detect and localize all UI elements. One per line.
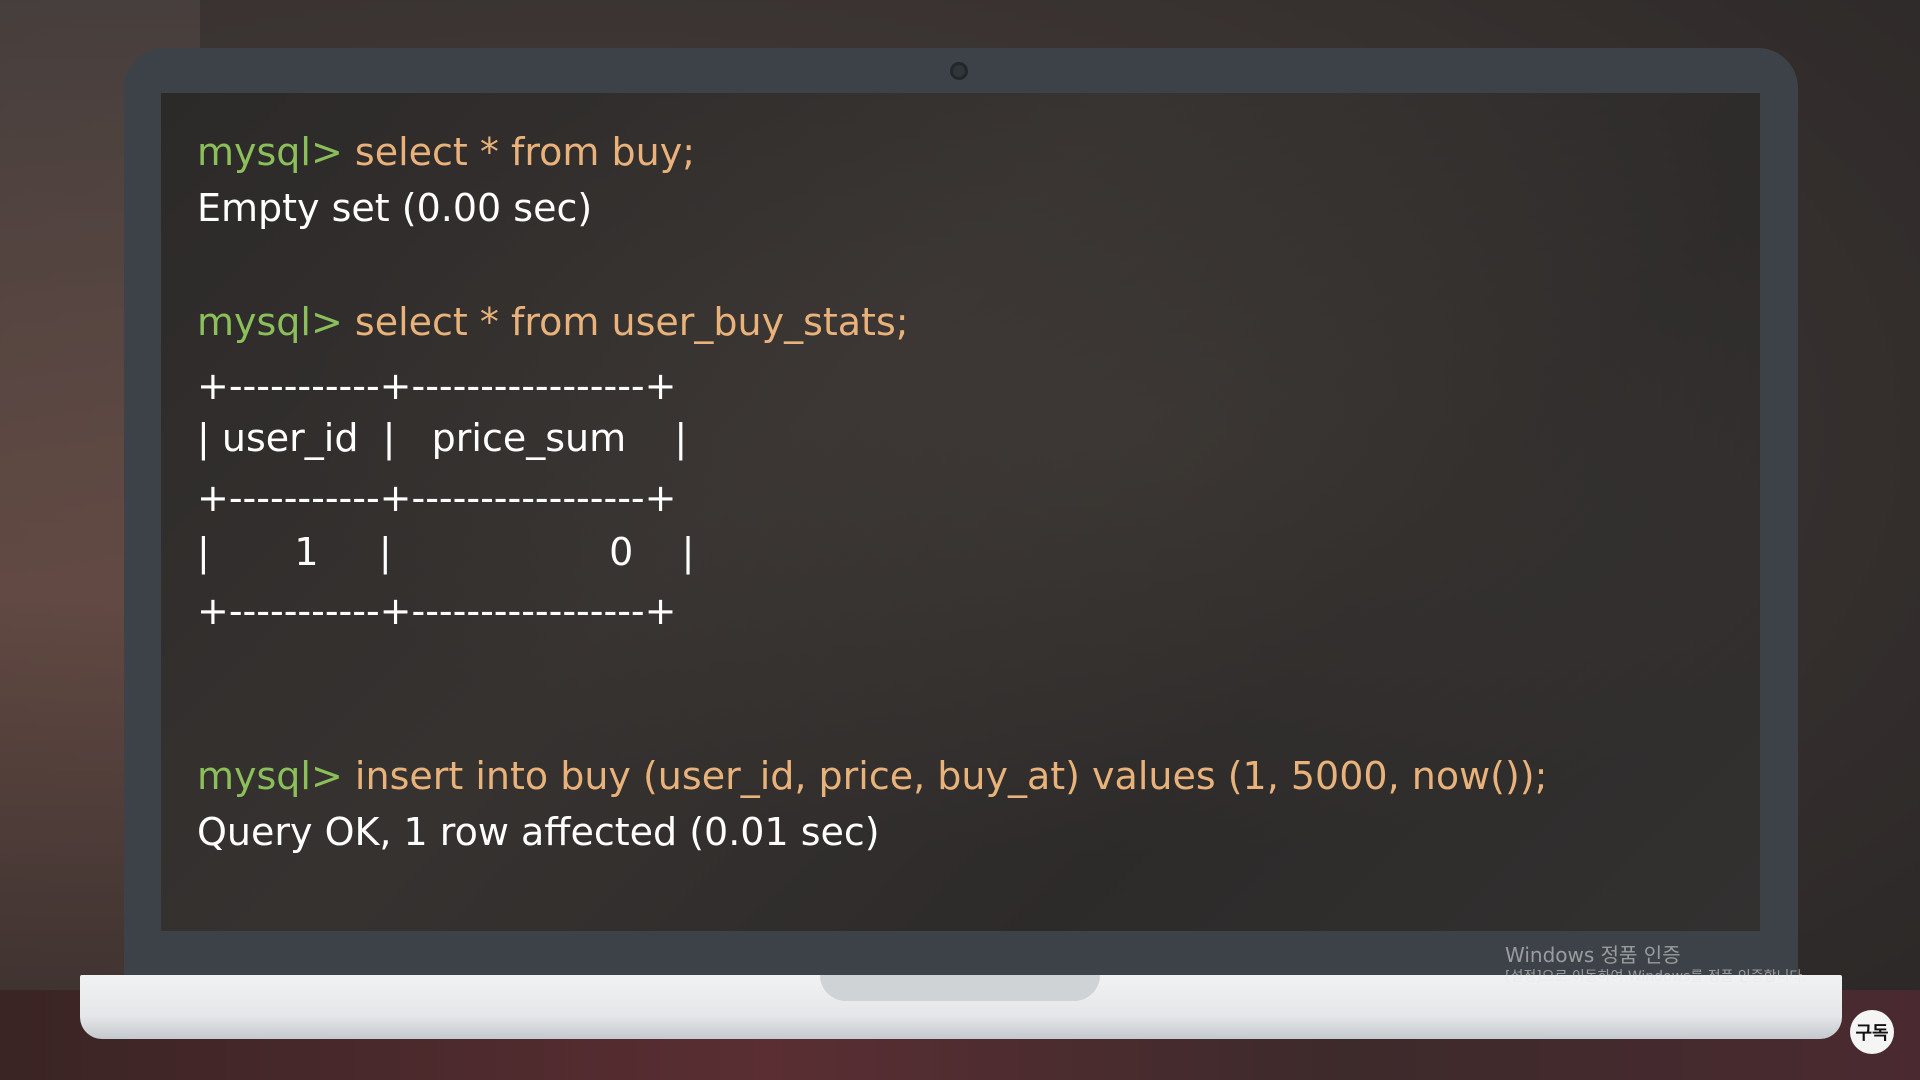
watermark-title: Windows 정품 인증 — [1505, 943, 1681, 967]
result-text: Empty set (0.00 sec) — [197, 186, 593, 230]
prompt: mysql> — [197, 300, 343, 344]
prompt: mysql> — [197, 130, 343, 174]
table-header-row: | user_id | price_sum | — [197, 416, 688, 460]
terminal-output: mysql> select * from buy; Empty set (0.0… — [197, 93, 1547, 854]
table-border-middle: +-----------+-----------------+ — [197, 476, 677, 520]
command-line-2: mysql> select * from user_buy_stats; — [197, 299, 909, 345]
laptop-base-notch — [820, 975, 1100, 1001]
command-line-3: mysql> insert into buy (user_id, price, … — [197, 753, 1547, 799]
command-text: select * from buy; — [354, 130, 695, 174]
prompt: mysql> — [197, 754, 343, 798]
command-line-1: mysql> select * from buy; — [197, 129, 695, 175]
windows-activation-watermark: Windows 정품 인증 [설정]으로 이동하여 Windows를 정품 인증… — [1505, 942, 1807, 986]
result-text: Query OK, 1 row affected (0.01 sec) — [197, 810, 880, 854]
subscribe-button[interactable]: 구독 — [1850, 1010, 1894, 1054]
terminal-screen: mysql> select * from buy; Empty set (0.0… — [161, 93, 1760, 931]
table-border-top: +-----------+-----------------+ — [197, 364, 677, 408]
table-border-bottom: +-----------+-----------------+ — [197, 589, 677, 633]
table-data-row: | 1 | 0 | — [197, 530, 695, 574]
watermark-subtitle: [설정]으로 이동하여 Windows를 정품 인증합니다. — [1505, 969, 1807, 985]
command-text: insert into buy (user_id, price, buy_at)… — [354, 754, 1548, 798]
command-text: select * from user_buy_stats; — [354, 300, 909, 344]
webcam-icon — [950, 62, 968, 80]
